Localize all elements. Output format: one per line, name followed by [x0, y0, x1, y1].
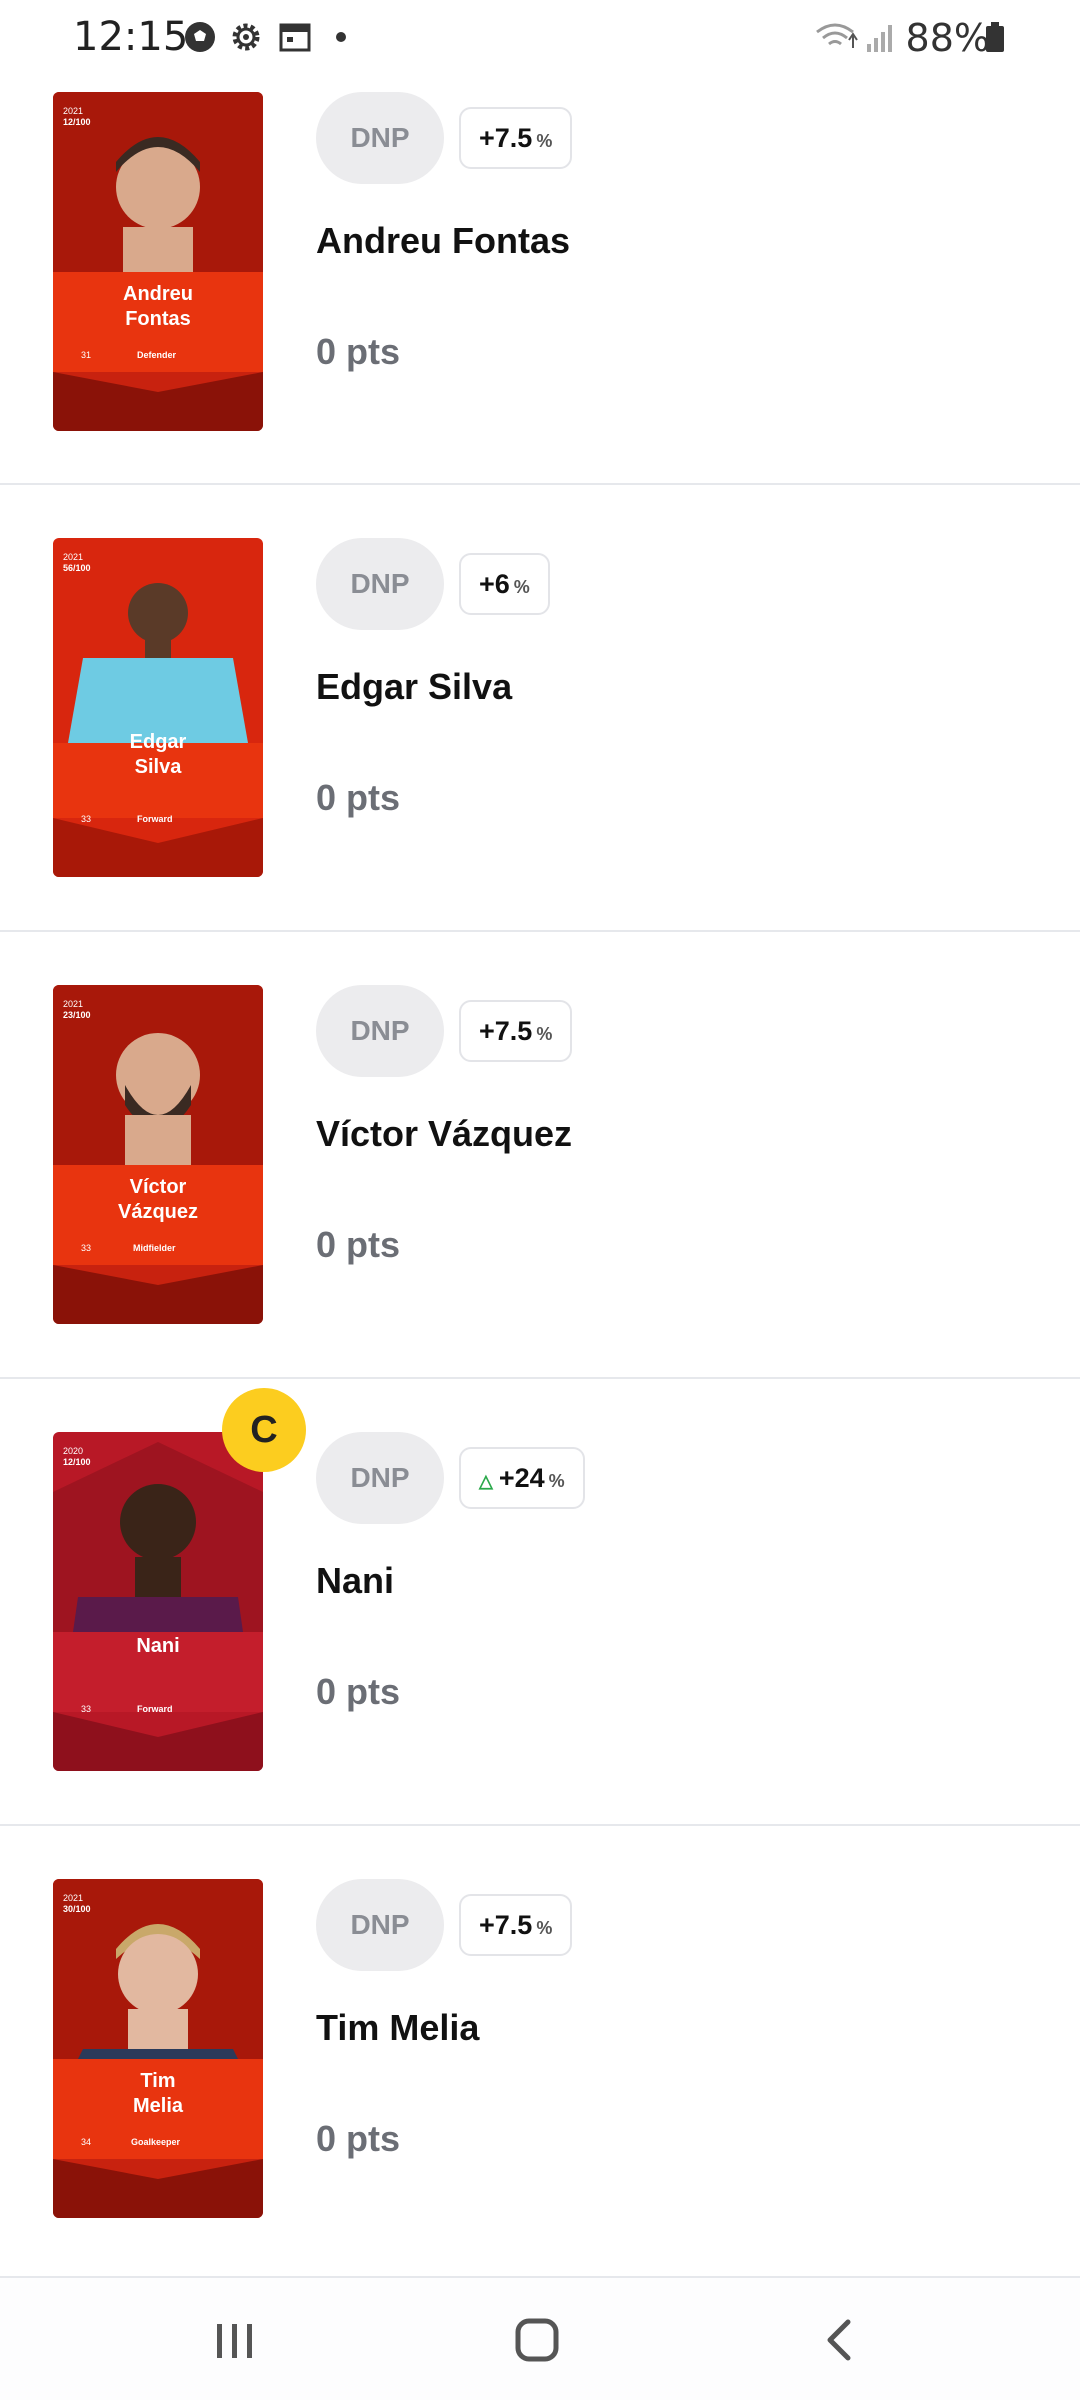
- player-card[interactable]: 2021 56/100 Edgar Silva 33 Forward: [53, 538, 263, 877]
- player-row[interactable]: 2021 30/100 Tim Melia 34 Goalkeeper DNP …: [0, 1826, 1080, 2273]
- card-player-name: Edgar Silva: [129, 731, 187, 778]
- signal-icon: [867, 25, 892, 52]
- bonus-badge: +7.5%: [459, 107, 573, 169]
- status-bar: 12:15 88%: [0, 0, 1080, 76]
- back-icon[interactable]: [800, 2308, 880, 2372]
- lineup-list: 2021 12/100 Andreu Fontas 31 Defender DN…: [0, 76, 1080, 2273]
- trend-up-icon: △: [479, 1471, 493, 1491]
- player-row[interactable]: 2021 12/100 Andreu Fontas 31 Defender DN…: [0, 76, 1080, 485]
- player-name: Tim Melia: [316, 2007, 480, 2048]
- status-pill: DNP: [316, 1432, 444, 1524]
- card-season: 2021 12/100: [63, 106, 91, 127]
- system-nav-bar: [0, 2276, 1080, 2400]
- recent-apps-icon[interactable]: [195, 2308, 275, 2372]
- home-icon[interactable]: [497, 2308, 577, 2372]
- player-row[interactable]: C 2020 12/100 Nani 33 Forward DNP △ +24 …: [0, 1379, 1080, 1826]
- player-card-art: [53, 92, 263, 431]
- player-card[interactable]: 2021 30/100 Tim Melia 34 Goalkeeper: [53, 1879, 263, 2218]
- player-card[interactable]: 2020 12/100 Nani 33 Forward: [53, 1432, 263, 1771]
- player-card[interactable]: 2021 12/100 Andreu Fontas 31 Defender: [53, 92, 263, 431]
- player-points: 0 pts: [316, 1224, 401, 1265]
- card-player-name: Nani: [136, 1635, 180, 1657]
- player-points: 0 pts: [316, 331, 401, 372]
- player-card-art: [53, 538, 263, 877]
- status-time: 12:15: [73, 14, 189, 60]
- player-card[interactable]: 2021 23/100 Víctor Vázquez 33 Midfielder: [53, 985, 263, 1324]
- player-card-art: [53, 985, 263, 1324]
- player-card-art: [53, 1432, 263, 1771]
- player-card-art: [53, 1879, 263, 2218]
- dot-icon: [336, 32, 346, 42]
- captain-badge: C: [222, 1388, 306, 1472]
- player-points: 0 pts: [316, 1671, 401, 1712]
- player-points: 0 pts: [316, 2118, 401, 2159]
- player-name: Víctor Vázquez: [316, 1113, 573, 1154]
- player-row[interactable]: 2021 56/100 Edgar Silva 33 Forward DNP +…: [0, 485, 1080, 932]
- status-pill: DNP: [316, 985, 444, 1077]
- battery-percent: 88%: [905, 16, 990, 60]
- player-row[interactable]: 2021 23/100 Víctor Vázquez 33 Midfielder…: [0, 932, 1080, 1379]
- player-name: Andreu Fontas: [316, 220, 571, 261]
- card-player-name: Víctor Vázquez: [117, 1176, 199, 1223]
- bonus-badge: +6%: [459, 553, 550, 615]
- player-name: Edgar Silva: [316, 666, 513, 707]
- card-player-name: Tim Melia: [132, 2070, 184, 2117]
- battery-icon: [986, 22, 1004, 52]
- calendar-icon: [279, 23, 311, 52]
- card-season: 2020 12/100: [63, 1446, 91, 1467]
- bonus-badge: △ +24%: [459, 1447, 585, 1509]
- card-season: 2021 30/100: [63, 1893, 91, 1914]
- player-points: 0 pts: [316, 777, 401, 818]
- bonus-badge: +7.5%: [459, 1894, 573, 1956]
- card-season: 2021 56/100: [63, 552, 91, 573]
- card-player-name: Andreu Fontas: [123, 283, 193, 330]
- player-name: Nani: [316, 1560, 395, 1601]
- wifi-icon: [816, 23, 858, 48]
- status-pill: DNP: [316, 538, 444, 630]
- bonus-badge: +7.5%: [459, 1000, 573, 1062]
- status-pill: DNP: [316, 92, 444, 184]
- card-season: 2021 23/100: [63, 999, 91, 1020]
- status-pill: DNP: [316, 1879, 444, 1971]
- gear-icon: [232, 23, 260, 51]
- soccer-ball-icon: [185, 22, 215, 52]
